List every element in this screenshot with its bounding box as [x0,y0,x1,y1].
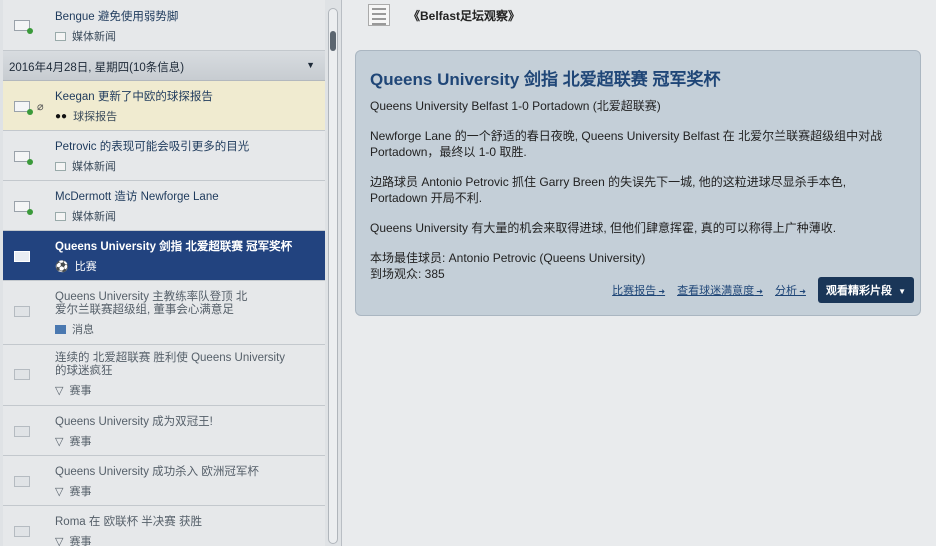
newspaper-icon [55,161,66,171]
match-report-link[interactable]: 比赛报告 [612,282,665,298]
open-envelope-icon [14,426,30,437]
item-title: Petrovic 的表现可能会吸引更多的目光 [55,141,250,153]
message-detail: Queens University 剑指 北爱超联赛 冠军奖杯 Queens U… [355,50,921,316]
list-item[interactable]: Bengue 避免使用弱势脚 媒体新闻 [3,0,325,51]
item-category: 媒体新闻 [55,158,116,174]
collapse-arrow-icon[interactable]: ▼ [306,60,315,70]
envelope-icon [14,20,33,34]
football-icon: ⚽ [55,260,69,273]
attachment-icon: ⌀ [37,101,44,113]
open-envelope-icon [14,476,30,487]
envelope-icon [14,151,33,165]
newspaper-icon [55,211,66,221]
open-envelope-icon [14,306,30,317]
body-paragraph: 边路球员 Antonio Petrovic 抓住 Garry Breen 的失误… [370,175,847,205]
item-title: Roma 在 欧联杯 半决赛 获胜 [55,516,202,528]
message-list: Bengue 避免使用弱势脚 媒体新闻 2016年4月28日, 星期四(10条信… [3,0,325,546]
item-title: 连续的 北爱超联赛 胜利使 Queens University 的球迷疯狂 [55,352,286,377]
analysis-link[interactable]: 分析 [775,282,806,298]
message-icon [55,324,66,334]
shield-icon: ▽ [55,435,64,448]
item-title: Keegan 更新了中欧的球探报告 [55,91,213,103]
date-group-header[interactable]: 2016年4月28日, 星期四(10条信息) ▼ [3,51,325,81]
list-item-selected[interactable]: Queens University 剑指 北爱超联赛 冠军奖杯 ⚽ 比赛 [3,231,325,281]
list-item[interactable]: Petrovic 的表现可能会吸引更多的目光 媒体新闻 [3,131,325,181]
envelope-icon [14,201,33,215]
item-title: Queens University 成为双冠王! [55,416,213,428]
watch-highlights-button[interactable]: 观看精彩片段 ▼ [817,277,914,303]
item-title: Bengue 避免使用弱势脚 [55,11,179,23]
list-item[interactable]: ⌀ Keegan 更新了中欧的球探报告 ●● 球探报告 [3,81,325,131]
item-title: McDermott 造访 Newforge Lane [55,191,219,203]
open-envelope-icon [14,251,30,262]
match-result: Queens University Belfast 1-0 Portadown … [370,99,661,113]
newspaper-icon [368,4,390,26]
list-item[interactable]: McDermott 造访 Newforge Lane 媒体新闻 [3,181,325,231]
shield-icon: ▽ [55,535,64,546]
list-item[interactable]: 连续的 北爱超联赛 胜利使 Queens University 的球迷疯狂 ▽ 赛… [3,345,325,406]
item-title: Queens University 主教练率队登顶 北爱尔兰联赛超级组, 董事会… [55,291,248,316]
open-envelope-icon [14,369,30,380]
inbox-panel: Bengue 避免使用弱势脚 媒体新闻 2016年4月28日, 星期四(10条信… [0,0,342,546]
item-title: Queens University 成功杀入 欧洲冠军杯 [55,466,259,478]
fan-satisfaction-link[interactable]: 查看球迷满意度 [677,282,763,298]
news-source: 《Belfast足坛观察》 [408,9,521,23]
body-paragraph: Queens University 有大量的机会来取得进球, 但他们肆意挥霍, … [370,221,837,235]
open-envelope-icon [14,526,30,537]
scrollbar[interactable] [328,8,338,544]
chevron-down-icon: ▼ [898,287,906,296]
item-title: Queens University 剑指 北爱超联赛 冠军奖杯 [55,241,293,253]
shield-icon: ▽ [55,384,64,397]
shield-icon: ▽ [55,485,64,498]
envelope-icon [14,101,33,115]
body-paragraph: Newforge Lane 的一个舒适的春日夜晚, Queens Univers… [370,129,883,159]
item-category: ⚽ 比赛 [55,260,97,274]
item-category: 消息 [55,321,94,337]
item-category: ▽ 赛事 [55,485,92,499]
item-category: ▽ 赛事 [55,535,92,546]
item-category: 媒体新闻 [55,208,116,224]
item-category: 媒体新闻 [55,28,116,44]
list-item[interactable]: Queens University 成为双冠王! ▽ 赛事 [3,406,325,456]
attendance: 到场观众: 385 [370,267,445,281]
headline: Queens University 剑指 北爱超联赛 冠军奖杯 [370,70,721,89]
item-category: ●● 球探报告 [55,110,118,124]
list-item[interactable]: Queens University 主教练率队登顶 北爱尔兰联赛超级组, 董事会… [3,281,325,345]
scrollbar-thumb[interactable] [330,31,336,51]
list-item[interactable]: Roma 在 欧联杯 半决赛 获胜 ▽ 赛事 [3,506,325,546]
newspaper-icon [55,31,66,41]
binoculars-icon: ●● [55,110,68,122]
item-category: ▽ 赛事 [55,435,92,449]
item-category: ▽ 赛事 [55,384,92,398]
list-item[interactable]: Queens University 成功杀入 欧洲冠军杯 ▽ 赛事 [3,456,325,506]
